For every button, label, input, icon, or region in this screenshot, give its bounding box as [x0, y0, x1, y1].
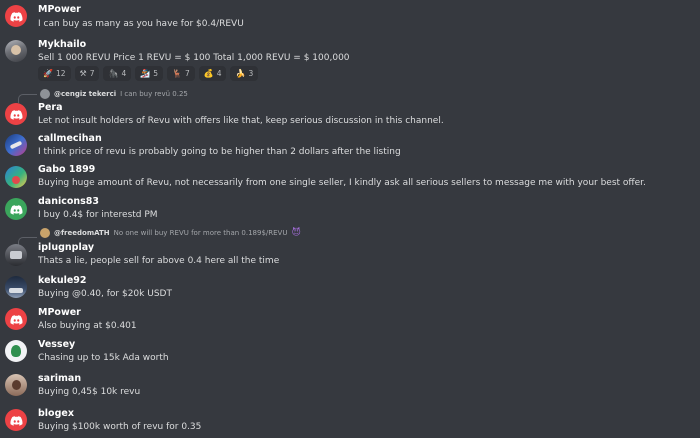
username[interactable]: Pera — [38, 102, 63, 113]
avatar[interactable] — [5, 198, 27, 220]
message-text: Buying 0,45$ 10k revu — [38, 387, 141, 397]
message-text: Chasing up to 15k Ada worth — [38, 353, 169, 363]
reaction-rocket[interactable]: 🚀 12 — [38, 66, 71, 81]
message-text: Also buying at $0.401 — [38, 321, 137, 331]
snowboard-icon: 🏂 — [140, 69, 151, 78]
avatar[interactable] — [5, 374, 27, 396]
avatar[interactable] — [5, 103, 27, 125]
message-text: Thats a lie, people sell for above 0.4 h… — [38, 256, 280, 266]
discord-logo-icon — [9, 202, 24, 217]
reply-preview[interactable]: @freedomATH No one will buy REVU for mor… — [40, 228, 301, 238]
discord-logo-icon — [9, 312, 24, 327]
avatar[interactable] — [5, 340, 27, 362]
reaction-count: 3 — [248, 69, 254, 78]
discord-logo-icon — [9, 107, 24, 122]
avatar[interactable] — [5, 409, 27, 431]
avatar[interactable] — [5, 308, 27, 330]
reply-username: @freedomATH — [54, 229, 110, 237]
reaction-count: 7 — [89, 69, 95, 78]
avatar[interactable] — [5, 134, 27, 156]
avatar-art-icon — [12, 175, 20, 184]
avatar[interactable] — [5, 244, 27, 266]
avatar[interactable] — [5, 40, 27, 62]
reaction-banana[interactable]: 🍌 3 — [230, 66, 259, 81]
avatar-person-icon — [11, 380, 21, 390]
reply-connector — [18, 94, 37, 103]
pickaxe-icon: ⚒ — [79, 69, 87, 78]
message-text: Buying $100k worth of revu for 0.35 — [38, 422, 202, 432]
rocket-icon: 🚀 — [43, 69, 53, 78]
gorilla-icon: 🦍 — [108, 69, 119, 78]
reply-preview[interactable]: @cengiz tekerci I can buy revü 0.25 — [40, 89, 188, 99]
avatar-face-icon — [11, 44, 21, 55]
reply-avatar — [40, 228, 50, 238]
discord-logo-icon — [9, 413, 24, 428]
reaction-count: 4 — [216, 69, 222, 78]
username[interactable]: Mykhailo — [38, 39, 86, 50]
money-bag-icon: 💰 — [203, 69, 214, 78]
message-text: Buying @0.40, for $20k USDT — [38, 289, 172, 299]
reaction-pickaxe[interactable]: ⚒ 7 — [74, 66, 100, 81]
username[interactable]: sariman — [38, 373, 81, 384]
message-text: Buying huge amount of Revu, not necessar… — [38, 178, 646, 188]
reply-text: No one will buy REVU for more than 0.189… — [113, 229, 288, 237]
message-text: I can buy as many as you have for $0.4/R… — [38, 19, 244, 29]
reaction-count: 12 — [55, 69, 66, 78]
username[interactable]: callmecihan — [38, 133, 102, 144]
banana-icon: 🍌 — [235, 69, 246, 78]
username[interactable]: MPower — [38, 4, 81, 15]
username[interactable]: blogex — [38, 408, 74, 419]
smiling-devil-icon: 😈 — [291, 228, 301, 238]
reaction-snowboard[interactable]: 🏂 5 — [135, 66, 163, 81]
avatar-art-icon — [9, 140, 23, 150]
reply-avatar — [40, 89, 50, 99]
reaction-money-bag[interactable]: 💰 4 — [198, 66, 227, 81]
discord-logo-icon — [9, 9, 24, 24]
username[interactable]: MPower — [38, 307, 81, 318]
message-text: Let not insult holders of Revu with offe… — [38, 116, 444, 126]
reaction-count: 4 — [121, 69, 127, 78]
avatar-art-icon — [10, 251, 22, 259]
reaction-deer[interactable]: 🦌 7 — [166, 66, 195, 81]
avatar-leprechaun-icon — [11, 345, 21, 357]
username[interactable]: danicons83 — [38, 196, 99, 207]
reactions-bar: 🚀 12 ⚒ 7 🦍 4 🏂 5 🦌 7 💰 4 🍌 3 — [38, 66, 259, 81]
reaction-gorilla[interactable]: 🦍 4 — [103, 66, 132, 81]
avatar-car-icon — [9, 287, 23, 293]
avatar[interactable] — [5, 166, 27, 188]
deer-icon: 🦌 — [171, 69, 182, 78]
username[interactable]: iplugnplay — [38, 242, 94, 253]
avatar[interactable] — [5, 276, 27, 298]
username[interactable]: kekule92 — [38, 275, 87, 286]
username[interactable]: Vessey — [38, 339, 75, 350]
avatar[interactable] — [5, 5, 27, 27]
message-text: I buy 0.4$ for interestd PM — [38, 210, 158, 220]
reply-username: @cengiz tekerci — [54, 90, 117, 98]
reaction-count: 5 — [153, 69, 158, 78]
reply-text: I can buy revü 0.25 — [120, 90, 188, 98]
reaction-count: 7 — [184, 69, 190, 78]
username[interactable]: Gabo 1899 — [38, 164, 95, 175]
message-text: Sell 1 000 REVU Price 1 REVU = $ 100 Tot… — [38, 53, 350, 63]
message-text: I think price of revu is probably going … — [38, 147, 401, 157]
